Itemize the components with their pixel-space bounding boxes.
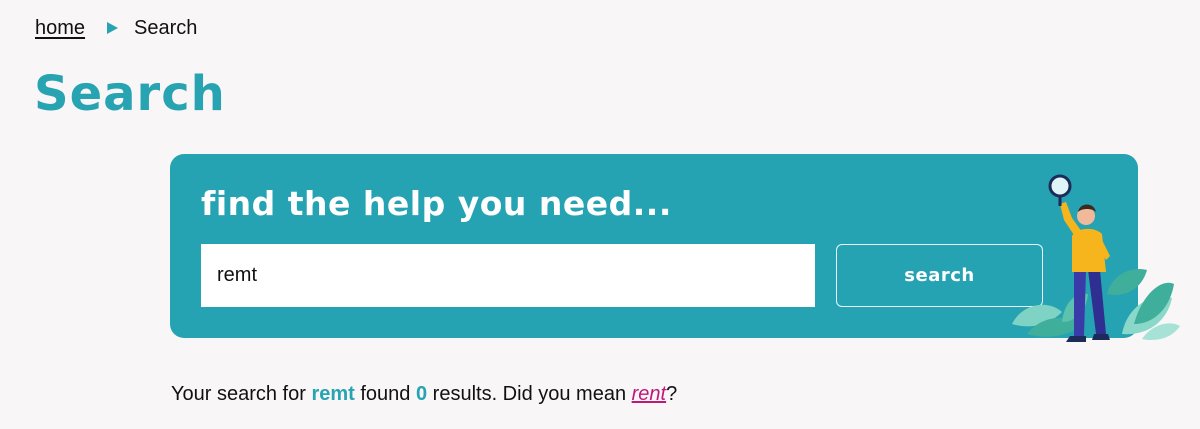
results-query: remt	[311, 383, 355, 405]
results-suffix: results. Did you mean	[427, 383, 632, 405]
search-panel-heading: find the help you need...	[201, 184, 672, 223]
search-panel: find the help you need... search	[170, 154, 1180, 342]
page-title: Search	[34, 66, 226, 122]
search-illustration	[1012, 174, 1180, 342]
results-summary: Your search for remt found 0 results. Di…	[171, 382, 677, 406]
person-figure	[1048, 174, 1110, 342]
results-middle: found	[354, 383, 416, 405]
results-count: 0	[415, 383, 428, 405]
results-prefix: Your search for	[171, 383, 312, 405]
search-input[interactable]	[201, 244, 815, 307]
breadcrumb-current: Search	[134, 17, 198, 39]
results-end: ?	[666, 383, 678, 405]
suggestion-link[interactable]: rent	[632, 383, 666, 405]
breadcrumb-home-link[interactable]: home	[35, 16, 85, 40]
breadcrumb-arrow-icon	[107, 22, 119, 34]
breadcrumb: home Search	[35, 16, 197, 40]
